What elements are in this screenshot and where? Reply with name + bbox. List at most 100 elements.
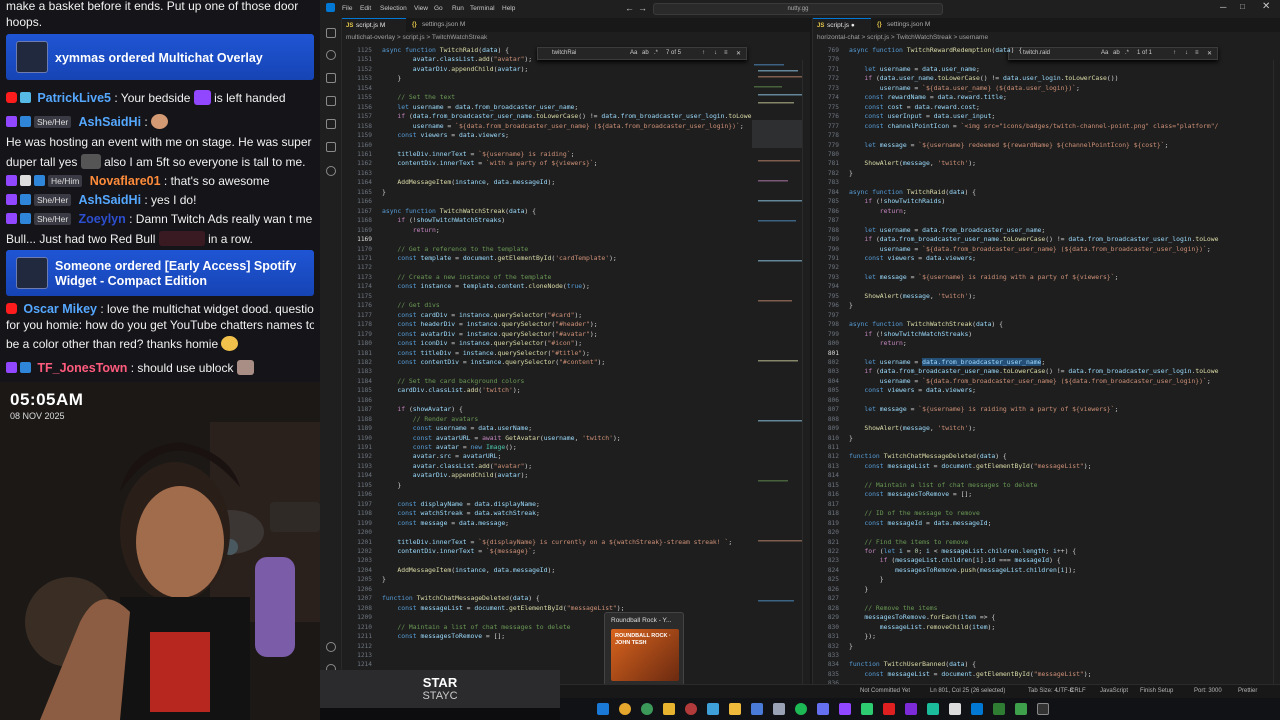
app-icon[interactable] xyxy=(773,703,785,715)
line-numbers: 769 770 771 772 773 774 775 776 777 778 779 780 781 7… xyxy=(827,47,839,690)
status-language[interactable]: JavaScript xyxy=(1100,688,1128,694)
twitch-icon[interactable] xyxy=(839,703,851,715)
twitch-icon xyxy=(20,194,31,205)
back-arrow-icon[interactable]: ← xyxy=(625,3,634,13)
chat-username: Oscar Mikey xyxy=(23,302,98,316)
menu-selection[interactable]: Selection xyxy=(380,5,407,12)
forward-arrow-icon[interactable]: → xyxy=(638,3,647,13)
close-icon[interactable]: ✕ xyxy=(1262,1,1270,12)
twitch-icon xyxy=(34,175,45,186)
status-tab-size[interactable]: Tab Size: 4 xyxy=(1028,688,1058,694)
banner-text: Someone ordered [Early Access] Spotify W… xyxy=(55,259,297,288)
app-icon[interactable] xyxy=(707,703,719,715)
chrome-icon[interactable] xyxy=(619,703,631,715)
emote-icon xyxy=(158,231,205,246)
twitch-icon xyxy=(20,362,31,373)
youtube-icon[interactable] xyxy=(883,703,895,715)
app-icon[interactable] xyxy=(905,703,917,715)
run-debug-icon[interactable] xyxy=(326,96,336,106)
twitch-icon xyxy=(20,116,31,127)
app-icon[interactable] xyxy=(949,703,961,715)
sub-badge-icon xyxy=(20,175,31,186)
chat-message: PatrickLive5 : Your bedside is left hand… xyxy=(6,88,314,108)
status-port[interactable]: Port: 3000 xyxy=(1194,688,1222,694)
browser-icon[interactable] xyxy=(641,703,653,715)
youtube-icon xyxy=(6,92,17,103)
extensions-icon[interactable] xyxy=(326,119,336,129)
app-icon[interactable] xyxy=(685,703,697,715)
scrollbar[interactable] xyxy=(1273,60,1280,688)
notes-icon[interactable] xyxy=(729,703,741,715)
vscode-logo-icon xyxy=(326,3,335,12)
search-icon[interactable] xyxy=(326,50,336,60)
line-numbers: 1125 1151 1152 1153 1154 1155 1156 1157 1158 1159… xyxy=(357,47,372,690)
chat-username: PatrickLive5 xyxy=(37,91,112,105)
vscode-window: File Edit Selection View Go Run Terminal… xyxy=(320,0,1280,700)
scrollbar[interactable] xyxy=(802,60,810,688)
menu-file[interactable]: File xyxy=(342,5,352,12)
chat-overlay: make a basket before it ends. Put up one… xyxy=(0,0,320,382)
twitch-icon xyxy=(20,213,31,224)
clock-time: 05:05AM xyxy=(10,390,84,409)
status-eol[interactable]: CRLF xyxy=(1070,688,1086,694)
status-cursor-position[interactable]: Ln 801, Col 25 (26 selected) xyxy=(930,688,1005,694)
menu-run[interactable]: Run xyxy=(452,5,464,12)
chat-message-cont: duper tall yes also I am 5ft so everyone… xyxy=(6,154,306,169)
emote-icon xyxy=(151,114,169,129)
command-center-search[interactable]: nutty.gg xyxy=(653,3,943,15)
tab-script-js[interactable]: JS script.js M xyxy=(342,18,406,32)
tab-bar: JS script.js ● {} settings.json M xyxy=(813,18,1280,32)
chat-message: She/Her Zoeylyn : Damn Twitch Ads really… xyxy=(6,209,314,229)
account-icon[interactable] xyxy=(326,642,336,652)
emote-icon xyxy=(80,154,101,169)
menu-go[interactable]: Go xyxy=(434,5,443,12)
webcam-feed: 05:05AM 08 NOV 2025 xyxy=(0,382,320,720)
discord-icon[interactable] xyxy=(817,703,829,715)
editor-right: JS script.js ● {} settings.json M horizont… xyxy=(812,18,1280,690)
terminal-icon[interactable] xyxy=(1037,703,1049,715)
status-git[interactable]: Not Committed Yet xyxy=(860,688,910,694)
taskbar-window-preview[interactable]: Roundball Rock - Y... ROUNDBALL ROCK · J… xyxy=(604,612,684,686)
tab-bar: JS script.js M {} settings.json M xyxy=(342,18,810,32)
code-left: async function TwitchRaid(data) { avatar… xyxy=(382,46,752,641)
app-icon[interactable] xyxy=(927,703,939,715)
menu-edit[interactable]: Edit xyxy=(360,5,371,12)
now-playing-widget: STAR STAYC xyxy=(320,670,560,708)
menu-view[interactable]: View xyxy=(414,5,428,12)
tab-settings-json[interactable]: {} settings.json M xyxy=(873,18,949,32)
minimize-icon[interactable]: ─ xyxy=(1220,2,1226,12)
spotify-icon[interactable] xyxy=(795,703,807,715)
tab-settings-json[interactable]: {} settings.json M xyxy=(408,18,484,32)
prime-badge-icon xyxy=(6,194,17,205)
banner-text: xymmas ordered Multichat Overlay xyxy=(55,51,263,65)
minimap xyxy=(752,64,804,602)
app-icon[interactable] xyxy=(993,703,1005,715)
chat-username: AshSaidHi xyxy=(78,193,142,207)
tab-script-js[interactable]: JS script.js ● xyxy=(813,18,871,32)
activity-bar xyxy=(320,18,342,690)
chat-username: AshSaidHi xyxy=(78,115,142,129)
maximize-icon[interactable]: □ xyxy=(1240,2,1245,11)
song-title: STAR xyxy=(422,675,458,690)
status-prettier[interactable]: Prettier xyxy=(1238,688,1257,694)
vscode-icon[interactable] xyxy=(971,703,983,715)
chat-message-cont: be a color other than red? thanks homie xyxy=(6,334,314,354)
menu-help[interactable]: Help xyxy=(502,5,515,12)
code-right: async function TwitchRewardRedemption(da… xyxy=(849,46,1219,678)
file-explorer-icon[interactable] xyxy=(663,703,675,715)
app-icon[interactable] xyxy=(861,703,873,715)
status-finish-setup[interactable]: Finish Setup xyxy=(1140,688,1173,694)
remote-icon[interactable] xyxy=(326,142,336,152)
source-control-icon[interactable] xyxy=(326,73,336,83)
explorer-icon[interactable] xyxy=(326,28,336,38)
chat-message: She/Her AshSaidHi : yes I do! xyxy=(6,190,314,210)
app-icon[interactable] xyxy=(1015,703,1027,715)
emote-icon xyxy=(236,360,254,375)
github-icon[interactable] xyxy=(326,166,336,176)
app-icon[interactable] xyxy=(751,703,763,715)
menu-terminal[interactable]: Terminal xyxy=(470,5,495,12)
prime-badge-icon xyxy=(6,362,17,373)
start-icon[interactable] xyxy=(597,703,609,715)
prime-badge-icon xyxy=(6,213,17,224)
chat-message-cont: for you homie: how do you get YouTube ch… xyxy=(6,318,314,332)
